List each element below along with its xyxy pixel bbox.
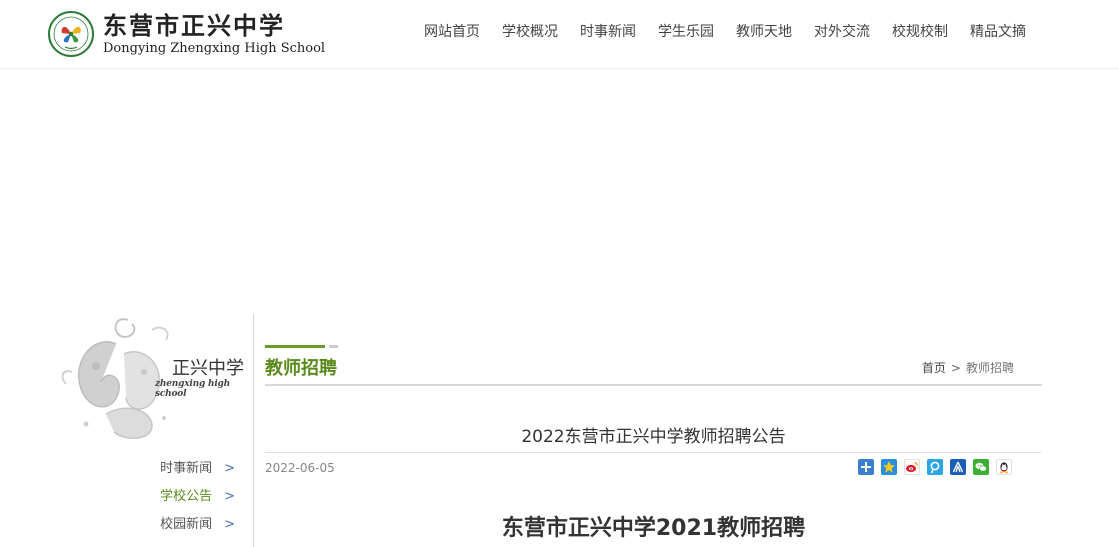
sidebar-subtitle: zhengxing high school [155, 379, 230, 399]
breadcrumb-home[interactable]: 首页 [922, 361, 946, 375]
nav-digest[interactable]: 精品文摘 [959, 22, 1037, 42]
section-divider [265, 384, 1042, 386]
chevron-right-icon: > [224, 489, 235, 504]
renren-icon[interactable] [950, 459, 966, 475]
weibo-icon[interactable] [904, 459, 920, 475]
nav-current-news[interactable]: 时事新闻 [569, 22, 647, 42]
sidebar-item-campus-news[interactable]: 校园新闻 > [160, 515, 235, 543]
sidebar-item-current-news[interactable]: 时事新闻 > [160, 459, 235, 487]
main-nav: 网站首页 学校概况 时事新闻 学生乐园 教师天地 对外交流 校规校制 精品文摘 [413, 22, 1037, 42]
qq-icon[interactable] [996, 459, 1012, 475]
article-divider [265, 452, 1042, 453]
school-emblem-icon [48, 11, 94, 57]
tencent-weibo-icon[interactable] [927, 459, 943, 475]
more-share-icon[interactable] [858, 459, 874, 475]
main-content: 教师招聘 首页 > 教师招聘 2022东营市正兴中学教师招聘公告 2022-06-0… [265, 314, 1042, 547]
breadcrumb-current[interactable]: 教师招聘 [966, 361, 1014, 375]
nav-school-overview[interactable]: 学校概况 [491, 22, 569, 42]
article-title: 2022东营市正兴中学教师招聘公告 [521, 427, 786, 447]
nav-exchange[interactable]: 对外交流 [803, 22, 881, 42]
sidebar-item-label: 时事新闻 [160, 461, 213, 476]
sidebar-item-label: 学校公告 [160, 489, 213, 504]
sidebar-title: 正兴中学 [172, 358, 244, 379]
share-bar [858, 459, 1019, 475]
article-heading: 东营市正兴中学2021教师招聘 [501, 516, 806, 541]
school-name-cn: 东营市正兴中学 [103, 11, 285, 40]
section-title-underline-accent [329, 345, 338, 348]
chevron-right-icon: > [224, 461, 235, 476]
site-logo[interactable]: 东营市正兴中学 Dongying Zhengxing High School [48, 9, 325, 59]
site-header: 东营市正兴中学 Dongying Zhengxing High School 网… [0, 0, 1119, 69]
breadcrumb-separator: > [950, 361, 961, 375]
wechat-icon[interactable] [973, 459, 989, 475]
section-title-underline [265, 345, 325, 348]
article-date: 2022-06-05 [265, 461, 335, 475]
breadcrumb: 首页 > 教师招聘 [922, 359, 1014, 376]
sidebar: 正兴中学 zhengxing high school 时事新闻 > 学校公告 > 校… [0, 314, 254, 547]
nav-student-park[interactable]: 学生乐园 [647, 22, 725, 42]
sidebar-item-announcements[interactable]: 学校公告 > [160, 487, 235, 515]
nav-home[interactable]: 网站首页 [413, 22, 491, 42]
school-name-en: Dongying Zhengxing High School [103, 40, 326, 56]
sidebar-menu: 时事新闻 > 学校公告 > 校园新闻 > [160, 459, 235, 543]
qzone-icon[interactable] [881, 459, 897, 475]
sidebar-item-label: 校园新闻 [160, 517, 213, 532]
section-title: 教师招聘 [265, 358, 337, 379]
nav-school-rules[interactable]: 校规校制 [881, 22, 959, 42]
nav-teachers[interactable]: 教师天地 [725, 22, 803, 42]
chevron-right-icon: > [224, 517, 235, 532]
